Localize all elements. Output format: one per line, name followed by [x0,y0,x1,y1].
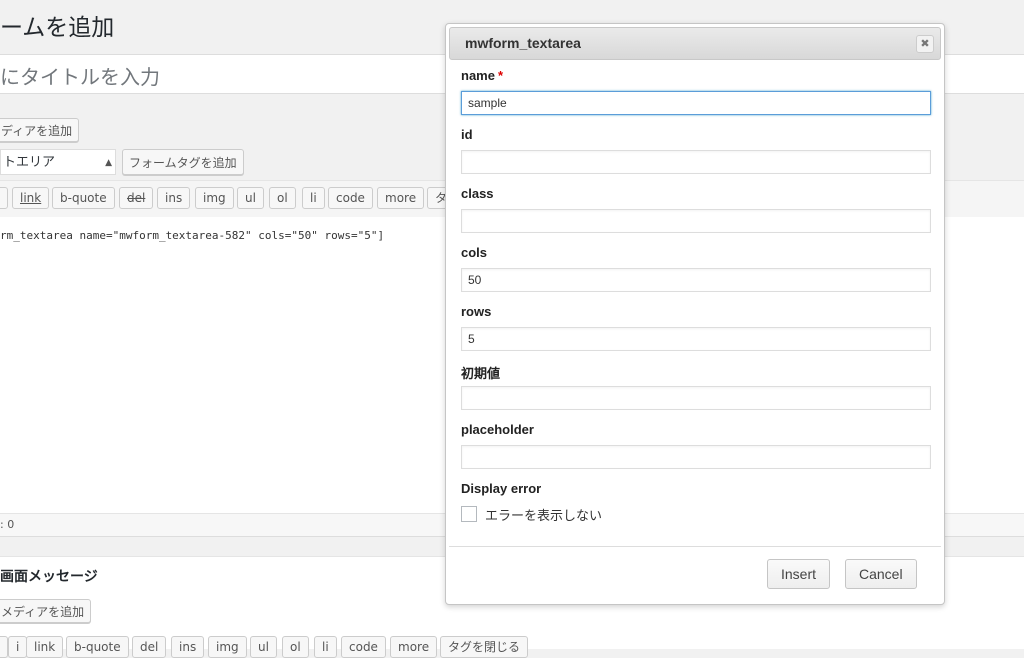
quicktag-button[interactable] [0,187,8,209]
quicktag-ol-button[interactable]: ol [269,187,296,209]
display-error-checkbox[interactable] [461,506,477,522]
name-label: name * [461,68,503,83]
editor-content: rm_textarea name="mwform_textarea-582" c… [0,229,385,242]
quicktag-del-button[interactable]: del [119,187,154,209]
section2-quicktag-bquote-button[interactable]: b-quote [66,636,129,658]
form-tag-select-value: トエリア [3,155,56,170]
section2-quicktag-del-button[interactable]: del [132,636,167,658]
placeholder-label: placeholder [461,422,534,437]
id-input[interactable] [461,150,931,174]
quicktag-link-button[interactable]: link [12,187,50,209]
add-form-tag-button[interactable]: フォームタグを追加 [122,149,244,175]
required-mark: * [497,68,504,83]
quicktag-bquote-button[interactable]: b-quote [52,187,115,209]
initial-value-label: 初期値 [461,366,501,381]
quicktag-img-button[interactable]: img [195,187,234,209]
cancel-button[interactable]: Cancel [845,559,917,589]
display-error-checkbox-label[interactable]: エラーを表示しない [485,505,602,524]
close-icon[interactable]: ✖ [916,35,934,53]
quicktag-more-button[interactable]: more [377,187,425,209]
cols-label: cols [461,245,488,260]
section2-quicktag-link-button[interactable]: link [26,636,64,658]
initial-value-input[interactable] [461,386,931,410]
cols-input[interactable] [461,268,931,292]
rows-input[interactable] [461,327,931,351]
insert-button[interactable]: Insert [767,559,831,589]
section2-add-media-button[interactable]: メディアを追加 [0,599,92,623]
dialog-titlebar[interactable]: mwform_textarea ✖ [449,27,941,60]
section2-quicktag-more-button[interactable]: more [390,636,438,658]
rows-label: rows [461,304,492,319]
display-error-label: Display error [461,481,542,496]
quicktag-ins-button[interactable]: ins [157,187,191,209]
mwform-textarea-dialog: mwform_textarea ✖ name* id class cols ro… [445,23,945,605]
dialog-title: mwform_textarea [465,35,581,51]
word-count-text: : 0 [0,518,15,531]
section2-quicktag-li-button[interactable]: li [314,636,337,658]
page-title: ームを追加 [0,15,115,41]
section2-quicktag-close-tags-button[interactable]: タグを閉じる [440,636,529,658]
section2-title: 画面メッセージ [0,569,98,585]
section2-quicktag-ul-button[interactable]: ul [250,636,277,658]
quicktag-li-button[interactable]: li [302,187,325,209]
form-tag-select[interactable]: トエリア ▲▼ [0,149,116,194]
class-input[interactable] [461,209,931,233]
class-label: class [461,186,494,201]
section2-quicktag-i-button[interactable]: i [8,636,28,658]
section2-quicktag-ins-button[interactable]: ins [171,636,205,658]
placeholder-input[interactable] [461,445,931,469]
id-label: id [461,127,473,142]
section2-quicktag-code-button[interactable]: code [341,636,386,658]
dialog-footer-divider [449,546,941,547]
add-media-button[interactable]: ディアを追加 [0,118,80,142]
section2-quicktag-button[interactable] [0,636,8,658]
section2-quicktag-img-button[interactable]: img [208,636,247,658]
name-input[interactable] [461,91,931,115]
name-label-text: name [461,68,495,83]
section2-quicktag-ol-button[interactable]: ol [282,636,309,658]
quicktag-ul-button[interactable]: ul [237,187,264,209]
post-title-placeholder: にタイトルを入力 [0,65,160,89]
quicktag-code-button[interactable]: code [328,187,373,209]
